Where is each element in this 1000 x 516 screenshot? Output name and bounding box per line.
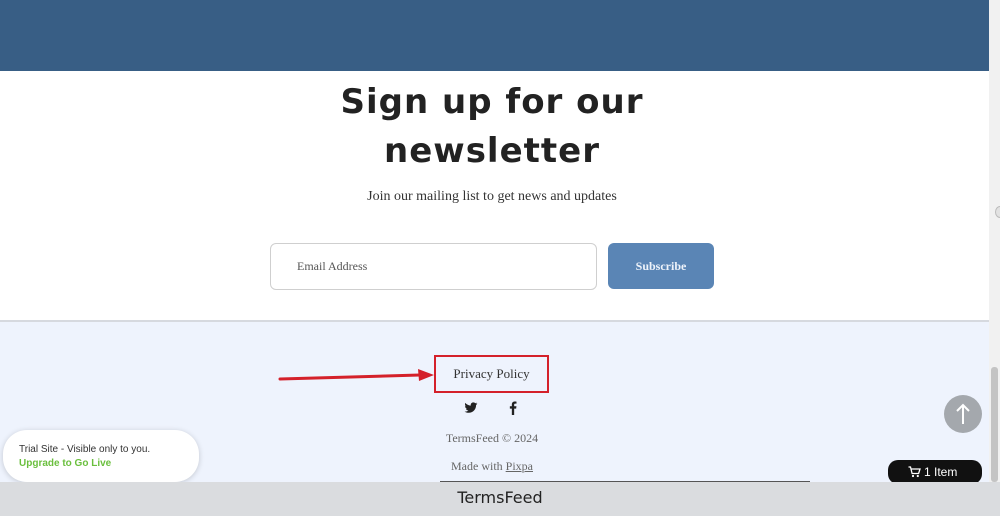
email-field[interactable] xyxy=(270,243,597,290)
subscribe-button[interactable]: Subscribe xyxy=(608,243,714,289)
page-scrollbar[interactable] xyxy=(989,0,1000,482)
newsletter-title-line1: Sign up for our xyxy=(340,82,644,122)
top-banner xyxy=(0,0,989,71)
scrollbar-thumb[interactable] xyxy=(991,367,998,482)
made-with-prefix: Made with xyxy=(451,459,506,473)
cart-count-label: 1 Item xyxy=(924,465,958,479)
scroll-to-top-button[interactable] xyxy=(944,395,982,433)
caption-text: TermsFeed xyxy=(457,488,543,507)
twitter-icon[interactable] xyxy=(464,401,478,415)
newsletter-section: Sign up for our newsletter Join our mail… xyxy=(0,71,989,321)
newsletter-title-line2: newsletter xyxy=(384,131,600,171)
trial-site-card: Trial Site - Visible only to you. Upgrad… xyxy=(3,430,199,482)
right-edge-handle xyxy=(995,206,1000,218)
upgrade-link[interactable]: Upgrade to Go Live xyxy=(19,458,111,469)
newsletter-subtitle: Join our mailing list to get news and up… xyxy=(367,189,617,204)
cart-icon xyxy=(908,466,921,478)
cart-button[interactable]: 1 Item xyxy=(888,460,982,484)
trial-notice: Trial Site - Visible only to you. xyxy=(19,444,151,455)
facebook-icon[interactable] xyxy=(508,401,518,415)
annotation-arrow xyxy=(278,369,434,381)
caption-bar: TermsFeed xyxy=(0,482,1000,516)
arrow-up-icon xyxy=(956,403,970,424)
pixpa-link[interactable]: Pixpa xyxy=(506,459,533,473)
privacy-highlight-box: Privacy Policy xyxy=(434,355,549,393)
privacy-policy-link[interactable]: Privacy Policy xyxy=(436,357,547,391)
